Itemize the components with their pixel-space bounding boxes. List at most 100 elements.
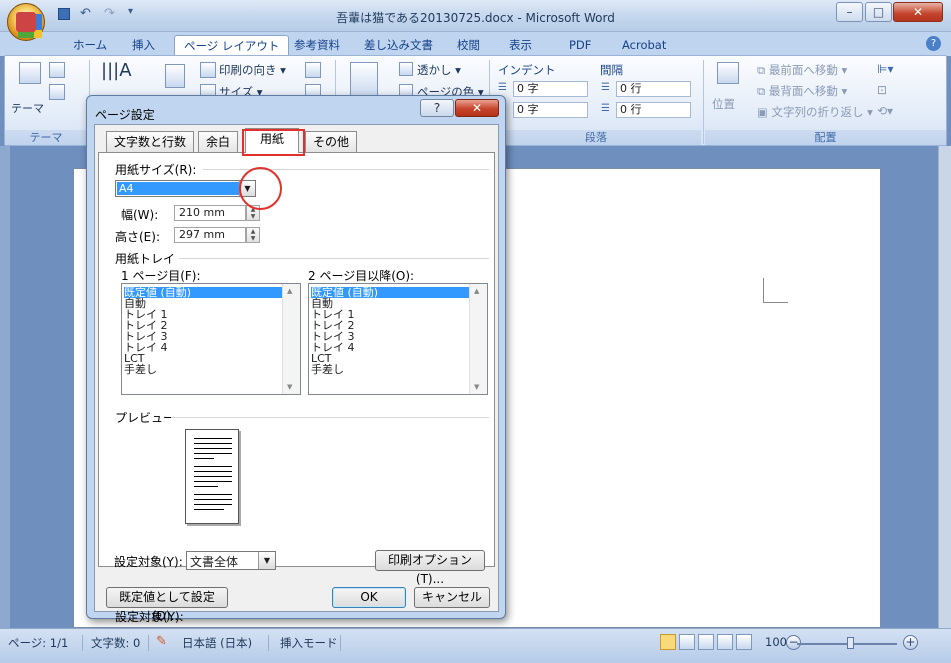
breaks-icon[interactable] — [305, 62, 321, 78]
scroll-down-icon[interactable]: ▼ — [474, 383, 479, 391]
tab-acrobat[interactable]: Acrobat — [613, 35, 675, 55]
office-button[interactable] — [7, 3, 45, 41]
print-options-button[interactable]: 印刷オプション(T)... — [375, 550, 485, 586]
paper-tab-panel: 用紙サイズ(R): A4 ▼ 幅(W): 210 mm ▲ ▼ 高さ(E): 29… — [98, 152, 495, 624]
zoom-in-icon[interactable]: + — [903, 635, 918, 650]
tab-page-layout[interactable]: ページ レイアウト — [174, 35, 290, 55]
dialog-close-button[interactable]: ✕ — [455, 99, 499, 117]
text-wrap-button[interactable]: ▣ 文字列の折り返し ▾ — [757, 104, 873, 120]
tab-other[interactable]: その他 — [305, 131, 358, 152]
bring-front-button[interactable]: ⧉ 最前面へ移動 ▾ — [757, 62, 847, 78]
status-page[interactable]: ページ: 1/1 — [8, 635, 68, 651]
themes-button[interactable]: テーマ — [11, 100, 44, 116]
margin-corner-mark — [763, 278, 788, 303]
page-borders-icon[interactable] — [350, 62, 378, 98]
web-layout-view-icon[interactable] — [698, 634, 714, 650]
help-icon[interactable]: ? — [926, 36, 941, 51]
other-pages-label: 2 ページ目以降(O): — [308, 269, 415, 283]
width-field[interactable]: 210 mm — [174, 205, 246, 221]
set-as-default-button[interactable]: 既定値として設定(D)... — [106, 587, 228, 623]
scroll-up-icon[interactable]: ▲ — [474, 287, 479, 295]
themes-icon[interactable] — [19, 62, 41, 84]
list-item[interactable]: 手差し — [311, 364, 344, 375]
tab-references[interactable]: 参考資料 — [285, 35, 349, 55]
dialog-help-button[interactable]: ? — [420, 99, 454, 117]
preview-line — [194, 458, 214, 459]
first-page-tray-list[interactable]: 既定値 (自動) 自動 トレイ 1 トレイ 2 トレイ 3 トレイ 4 LCT … — [121, 283, 301, 395]
full-screen-view-icon[interactable] — [679, 634, 695, 650]
list-item[interactable]: 手差し — [124, 364, 157, 375]
orientation-icon — [200, 62, 216, 78]
zoom-slider-thumb[interactable] — [847, 637, 854, 649]
position-button[interactable]: 位置 — [712, 96, 735, 112]
status-insert-mode[interactable]: 挿入モード — [280, 635, 338, 651]
minimize-button[interactable]: – — [836, 2, 863, 22]
group-icon[interactable]: ⊡ — [877, 83, 887, 97]
ok-button[interactable]: OK — [332, 587, 406, 608]
preview-line — [194, 448, 232, 449]
page-preview — [185, 429, 239, 524]
send-back-button[interactable]: ⧉ 最背面へ移動 ▾ — [757, 83, 847, 99]
first-page-label: 1 ページ目(F): — [121, 269, 201, 283]
tab-character-lines[interactable]: 文字数と行数 — [106, 131, 195, 152]
dropdown-arrow-icon[interactable]: ▼ — [258, 552, 275, 569]
tab-pdf[interactable]: PDF — [560, 35, 600, 55]
outline-view-icon[interactable] — [717, 634, 733, 650]
text-direction-icon[interactable]: |||A — [101, 60, 132, 81]
scroll-down-icon[interactable]: ▼ — [287, 383, 292, 391]
status-language[interactable]: 日本語 (日本) — [182, 635, 252, 651]
preview-line — [194, 476, 232, 477]
preview-line — [194, 471, 232, 472]
tab-mailings[interactable]: 差し込み文書 — [355, 35, 442, 55]
vertical-ruler — [0, 146, 10, 628]
tab-view[interactable]: 表示 — [500, 35, 541, 55]
orientation-button[interactable]: 印刷の向き ▾ — [219, 62, 286, 78]
draft-view-icon[interactable] — [736, 634, 752, 650]
indent-left-field[interactable]: 0 字 — [513, 81, 588, 97]
status-word-count[interactable]: 文字数: 0 — [91, 635, 140, 651]
print-layout-view-icon[interactable] — [660, 634, 676, 650]
width-label: 幅(W): — [121, 208, 159, 222]
cancel-button[interactable]: キャンセル — [414, 587, 490, 608]
tab-review[interactable]: 校閲 — [448, 35, 489, 55]
group-label-arrange: 配置 — [705, 130, 946, 145]
vertical-scrollbar[interactable] — [938, 146, 951, 628]
list-item[interactable]: 既定値 (自動) — [124, 287, 282, 298]
office-logo-icon — [16, 12, 36, 32]
watermark-button[interactable]: 透かし ▾ — [417, 62, 461, 78]
spacing-before-field[interactable]: 0 行 — [616, 81, 691, 97]
apply-to-select[interactable]: 文書全体 ▼ — [186, 551, 276, 570]
tab-insert[interactable]: 挿入 — [123, 35, 164, 55]
scroll-up-icon[interactable]: ▲ — [287, 287, 292, 295]
list-scrollbar[interactable]: ▲ ▼ — [469, 284, 487, 394]
section-divider — [171, 417, 489, 418]
height-field[interactable]: 297 mm — [174, 227, 246, 243]
indent-right-field[interactable]: 0 字 — [513, 102, 588, 118]
list-item[interactable]: 既定値 (自動) — [311, 287, 469, 298]
orientation-label: 印刷の向き — [219, 63, 277, 77]
theme-fonts-icon[interactable] — [49, 84, 65, 100]
align-icon[interactable]: ⊫▾ — [877, 62, 893, 76]
paper-size-select[interactable]: A4 ▼ — [115, 180, 256, 197]
close-window-button[interactable]: ✕ — [893, 2, 943, 22]
other-pages-tray-list[interactable]: 既定値 (自動) 自動 トレイ 1 トレイ 2 トレイ 3 トレイ 4 LCT … — [308, 283, 488, 395]
height-spinner[interactable]: ▲ ▼ — [246, 227, 260, 243]
send-back-label: 最背面へ移動 — [768, 84, 838, 98]
watermark-icon — [399, 62, 413, 76]
preview-line — [194, 499, 232, 500]
status-separator — [340, 635, 341, 651]
rotate-icon[interactable]: ⟲▾ — [877, 104, 893, 118]
paper-tray-label: 用紙トレイ — [115, 252, 176, 266]
maximize-button[interactable]: □ — [865, 2, 892, 22]
paper-size-label: 用紙サイズ(R): — [115, 163, 197, 177]
page-setup-dialog: ページ設定 ? ✕ 文字数と行数 余白 用紙 その他 用紙サイズ(R): A4 … — [86, 95, 506, 624]
tab-home[interactable]: ホーム — [64, 35, 116, 55]
spacing-after-field[interactable]: 0 行 — [616, 102, 691, 118]
margins-icon[interactable] — [165, 64, 185, 88]
tab-margins[interactable]: 余白 — [198, 131, 239, 152]
preview-line — [194, 443, 232, 444]
proofing-icon[interactable]: ✎ — [156, 634, 167, 649]
list-scrollbar[interactable]: ▲ ▼ — [282, 284, 300, 394]
preview-line — [194, 453, 232, 454]
theme-colors-icon[interactable] — [49, 62, 65, 78]
